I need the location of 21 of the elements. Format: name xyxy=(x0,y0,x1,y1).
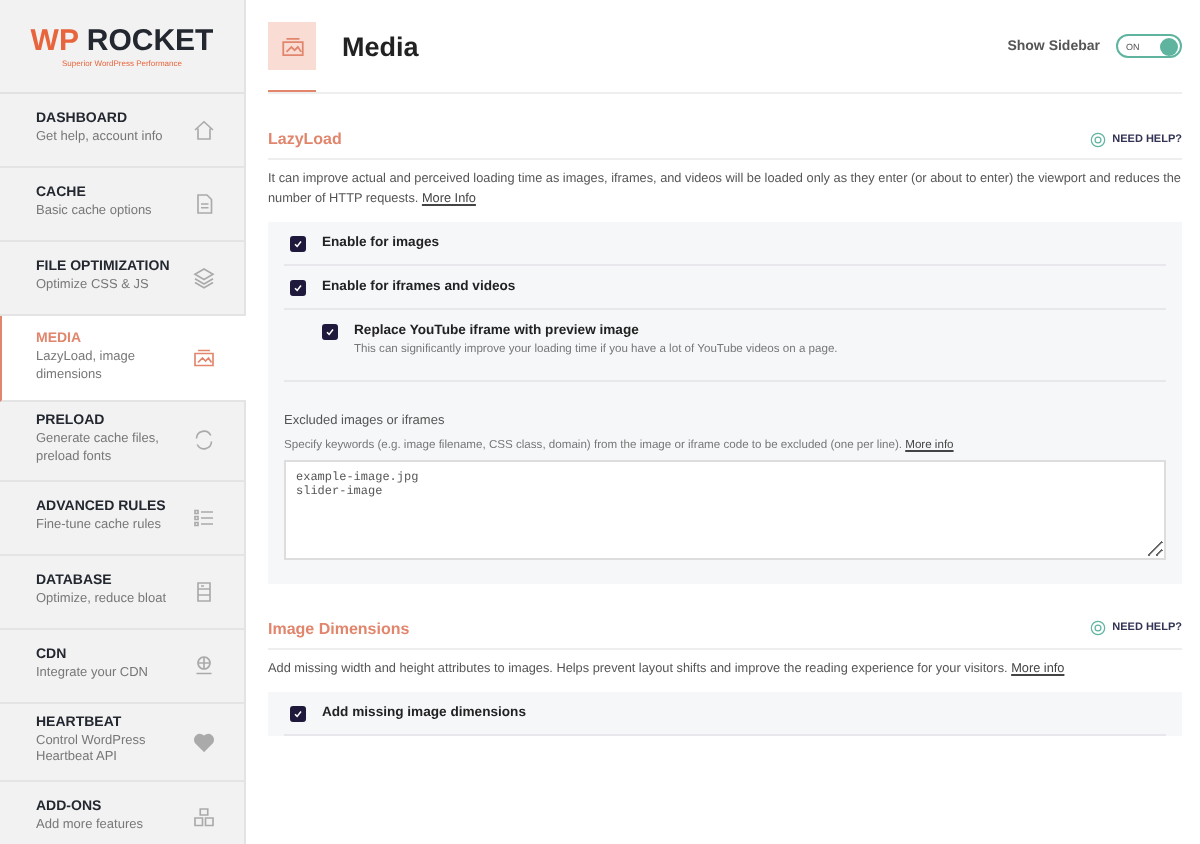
refresh-icon xyxy=(192,428,216,453)
section-title: Image Dimensions xyxy=(268,619,410,638)
database-icon xyxy=(192,579,216,604)
globe-icon xyxy=(192,653,216,678)
checkbox[interactable] xyxy=(290,279,306,296)
list-icon xyxy=(192,505,216,530)
layers-icon xyxy=(192,266,216,290)
images-icon xyxy=(279,33,305,59)
lifebuoy-icon xyxy=(1090,131,1107,147)
boxes-icon xyxy=(192,806,216,831)
section-title: LazyLoad xyxy=(268,130,342,148)
checkbox[interactable] xyxy=(290,705,306,722)
page-title: Media xyxy=(342,31,421,61)
checkbox[interactable] xyxy=(290,235,306,252)
logo: WP ROCKET xyxy=(30,25,214,55)
document-icon xyxy=(192,192,216,216)
images-icon xyxy=(192,346,216,370)
lifebuoy-icon xyxy=(1090,620,1107,637)
checkbox[interactable] xyxy=(322,323,338,340)
house-icon xyxy=(192,118,216,142)
heart-icon xyxy=(192,729,216,754)
